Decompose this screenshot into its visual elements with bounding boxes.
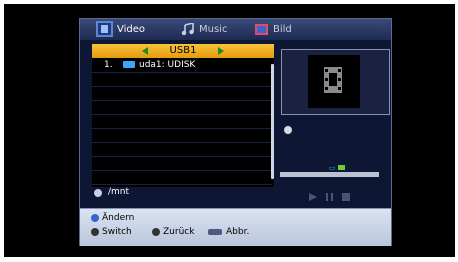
empty-row <box>92 115 272 129</box>
i-key-icon <box>91 228 99 236</box>
film-icon <box>96 21 113 37</box>
help-change-label: Ändern <box>102 213 135 223</box>
help-bar: Ändern Switch Zurück Abbr. <box>80 208 391 246</box>
item-name: uda1: UDISK <box>139 60 196 70</box>
list-item[interactable]: 1. uda1: UDISK <box>92 59 272 73</box>
empty-row <box>92 101 272 115</box>
empty-row <box>92 87 272 101</box>
m-key-icon <box>152 228 160 236</box>
pause-icon[interactable] <box>326 193 328 201</box>
empty-row <box>92 157 272 171</box>
list-scrollbar[interactable] <box>271 64 274 179</box>
media-status-icons: ▭ <box>329 164 345 172</box>
folder-icon <box>338 165 345 170</box>
preview-box <box>281 49 390 115</box>
empty-row <box>92 129 272 143</box>
play-icon[interactable] <box>309 193 317 201</box>
file-rows: 1. uda1: UDISK <box>92 59 272 185</box>
preview-screen <box>308 55 360 108</box>
tab-music-label: Music <box>199 24 228 35</box>
device-label: USB1 <box>169 45 197 56</box>
arrow-right-icon[interactable] <box>218 47 224 55</box>
info-dot-icon <box>284 126 292 134</box>
tab-bild-label: Bild <box>273 24 292 35</box>
stop-icon[interactable] <box>342 193 350 201</box>
help-abort-label: Abbr. <box>226 227 250 237</box>
current-path: /mnt <box>92 187 274 199</box>
path-dot-icon <box>94 189 102 197</box>
playback-progress-bar <box>280 172 379 177</box>
help-switch-label: Switch <box>102 227 132 237</box>
exit-key-icon <box>208 229 222 235</box>
empty-row <box>92 73 272 87</box>
empty-row <box>92 171 272 185</box>
file-list: USB1 1. uda1: UDISK <box>92 44 274 187</box>
music-note-icon <box>181 23 194 36</box>
item-number: 1. <box>104 60 113 70</box>
device-status-icon: ▭ <box>329 164 336 172</box>
tab-video-label: Video <box>117 24 146 35</box>
usb-drive-icon <box>123 61 135 68</box>
media-browser-panel: Video Music Bild USB1 1. uda1: UDISK /mn… <box>79 18 392 246</box>
device-selector[interactable]: USB1 <box>92 44 274 58</box>
media-type-tabs: Video Music Bild <box>80 19 391 40</box>
blue-key-icon <box>91 214 99 222</box>
film-strip-icon <box>324 67 342 93</box>
tv-screen: Video Music Bild USB1 1. uda1: UDISK /mn… <box>4 4 455 257</box>
path-text: /mnt <box>108 187 130 197</box>
picture-icon <box>255 24 268 35</box>
playback-controls <box>309 192 379 202</box>
empty-row <box>92 143 272 157</box>
help-back-label: Zurück <box>163 227 195 237</box>
